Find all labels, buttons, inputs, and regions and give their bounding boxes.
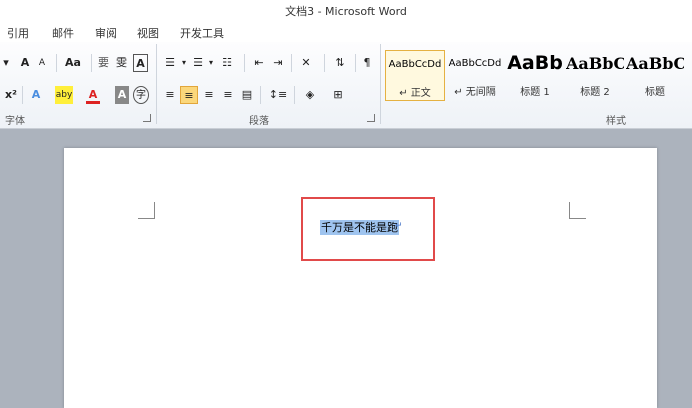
ribbon: ▾ A A Aa 要 雯 A x² A aby A A 字 字体 ☰ ▾ ☰ ▾…	[0, 42, 692, 129]
font-color-button[interactable]: A	[86, 86, 100, 104]
align-right-icon[interactable]: ≡	[201, 86, 217, 104]
divider	[355, 54, 356, 72]
character-shading-button[interactable]: A	[115, 86, 129, 104]
font-size-dropdown-arrow[interactable]: ▾	[2, 54, 10, 72]
group-divider	[156, 44, 157, 124]
styles-group-label: 样式	[606, 116, 626, 127]
watermark-logo-letter: S	[528, 321, 541, 342]
enclose-characters-button[interactable]: 字	[133, 86, 149, 104]
style-name: 标题 2	[580, 87, 610, 98]
text-effects-button[interactable]: A	[28, 86, 44, 104]
align-center-icon[interactable]: ≡	[180, 86, 198, 104]
watermark-url: zhinan.sogou.com	[518, 358, 644, 372]
paragraph-mark-icon: ↵	[395, 221, 403, 231]
phonetic-guide-button[interactable]: 雯	[114, 54, 129, 72]
style-name: 标题 1	[520, 87, 550, 98]
shrink-font-button[interactable]: A	[36, 54, 48, 72]
style-name: ↵ 正文	[399, 88, 431, 99]
tab-developer[interactable]: 开发工具	[180, 25, 224, 41]
divider	[291, 54, 292, 72]
style-sample: AaBbCcDd	[388, 59, 442, 70]
increase-indent-icon[interactable]: ⇥	[270, 54, 286, 72]
font-dialog-launcher-icon[interactable]	[143, 114, 151, 122]
divider	[324, 54, 325, 72]
style-no-spacing[interactable]: AaBbCcDd ↵ 无间隔	[446, 50, 504, 101]
numbering-dropdown-icon[interactable]: ▾	[207, 54, 215, 72]
tab-references[interactable]: 引用	[7, 25, 29, 41]
divider	[244, 54, 245, 72]
shading-icon[interactable]: ◈	[299, 86, 321, 104]
tab-review[interactable]: 审阅	[95, 25, 117, 41]
divider	[22, 86, 23, 104]
tab-mailings[interactable]: 邮件	[52, 25, 74, 41]
superscript-button[interactable]: x²	[4, 86, 18, 104]
margin-corner-mark	[138, 202, 155, 219]
ribbon-tabs: 引用 邮件 审阅 视图 开发工具	[0, 20, 692, 42]
distributed-icon[interactable]: ▤	[239, 86, 255, 104]
style-heading-2[interactable]: AaBbC 标题 2	[566, 50, 624, 101]
asian-layout-icon[interactable]: ✕	[296, 54, 316, 72]
bullets-dropdown-icon[interactable]: ▾	[180, 54, 188, 72]
style-heading-1[interactable]: AaBb 标题 1	[506, 50, 564, 101]
text-highlight-button[interactable]: aby	[55, 86, 73, 104]
change-case-button[interactable]: Aa	[62, 54, 84, 72]
align-left-icon[interactable]: ≡	[162, 86, 178, 104]
font-group-label: 字体	[5, 116, 25, 127]
watermark-text: 搜狗指南	[556, 326, 656, 354]
style-title[interactable]: AaBbC 标题	[626, 50, 684, 101]
divider	[260, 86, 261, 104]
style-name: 标题	[645, 87, 665, 98]
group-divider	[380, 44, 381, 124]
decrease-indent-icon[interactable]: ⇤	[251, 54, 267, 72]
style-sample: AaBbC	[626, 54, 684, 73]
line-spacing-icon[interactable]: ↕≡	[266, 86, 290, 104]
margin-corner-mark	[569, 202, 586, 219]
clear-formatting-button[interactable]: 要	[96, 54, 111, 72]
paragraph-group-label: 段落	[249, 116, 269, 127]
paragraph-dialog-launcher-icon[interactable]	[367, 114, 375, 122]
watermark: S 搜狗指南 zhinan.sogou.com	[518, 318, 678, 378]
borders-icon[interactable]: ⊞	[326, 86, 350, 104]
sort-icon[interactable]: ⇅	[330, 54, 350, 72]
show-marks-icon[interactable]: ¶	[360, 54, 374, 72]
style-sample: AaBb	[507, 52, 563, 74]
bullets-icon[interactable]: ☰	[162, 54, 178, 72]
word-window: 文档3 - Microsoft Word 引用 邮件 审阅 视图 开发工具 ▾ …	[0, 0, 692, 408]
grow-font-button[interactable]: A	[18, 54, 32, 72]
selected-document-text[interactable]: 千万是不能是跑	[320, 220, 399, 235]
divider	[56, 54, 57, 72]
divider	[91, 54, 92, 72]
divider	[294, 86, 295, 104]
style-sample: AaBbC	[566, 54, 624, 73]
title-bar: 文档3 - Microsoft Word	[0, 0, 692, 20]
character-border-button[interactable]: A	[133, 54, 148, 72]
justify-icon[interactable]: ≡	[220, 86, 236, 104]
numbering-icon[interactable]: ☰	[190, 54, 206, 72]
style-normal[interactable]: AaBbCcDd ↵ 正文	[385, 50, 445, 101]
style-sample: AaBbCcDd	[448, 58, 502, 69]
style-name: ↵ 无间隔	[454, 87, 496, 98]
multilevel-list-icon[interactable]: ☷	[218, 54, 236, 72]
tab-view[interactable]: 视图	[137, 25, 159, 41]
window-title: 文档3 - Microsoft Word	[285, 5, 407, 18]
